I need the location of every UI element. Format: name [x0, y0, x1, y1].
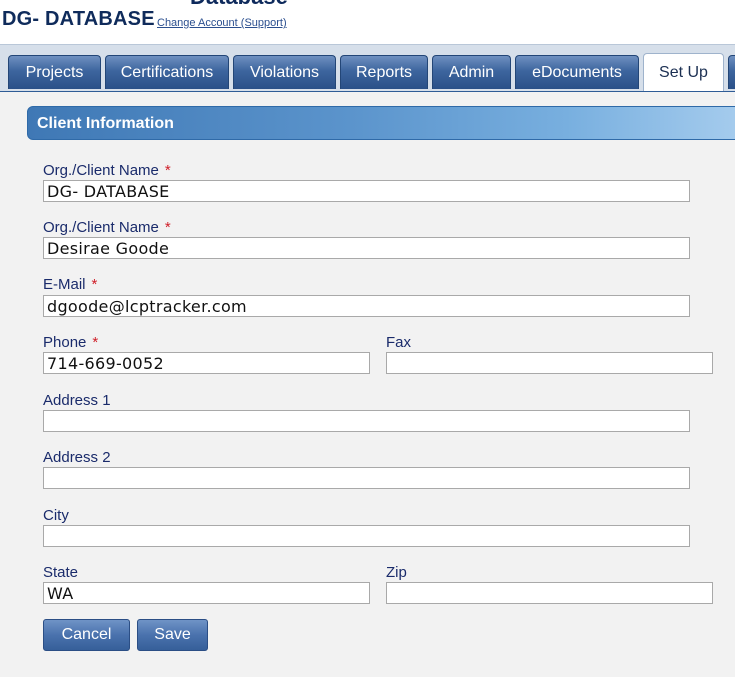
main-tab-bar: Projects Certifications Violations Repor… [0, 44, 735, 93]
fax-label: Fax [386, 334, 412, 351]
tab-violations[interactable]: Violations [233, 55, 336, 89]
state-input[interactable] [43, 582, 370, 604]
required-mark: * [92, 334, 99, 351]
required-mark: * [164, 162, 171, 179]
client-information-panel: Client Information Org./Client Name * Org… [0, 92, 735, 677]
contact-name-input[interactable] [43, 237, 690, 259]
contact-name-label-text: Org./Client Name [43, 219, 159, 236]
tab-edocuments[interactable]: eDocuments [515, 55, 639, 89]
org-client-name-label-text: Org./Client Name [43, 162, 159, 179]
email-label: E-Mail * [43, 276, 97, 293]
zip-label: Zip [386, 564, 407, 581]
address1-label: Address 1 [43, 392, 111, 409]
contact-name-label: Org./Client Name * [43, 219, 171, 236]
email-label-text: E-Mail [43, 276, 86, 293]
tab-overflow[interactable] [728, 55, 735, 89]
email-input[interactable] [43, 295, 690, 317]
city-label: City [43, 507, 69, 524]
section-header: Client Information [27, 106, 735, 140]
zip-input[interactable] [386, 582, 713, 604]
city-input[interactable] [43, 525, 690, 547]
tab-certifications[interactable]: Certifications [105, 55, 229, 89]
cancel-button[interactable]: Cancel [43, 619, 130, 651]
save-button[interactable]: Save [137, 619, 208, 651]
phone-label: Phone * [43, 334, 98, 351]
section-title: Client Information [37, 115, 174, 132]
fax-input[interactable] [386, 352, 713, 374]
required-mark: * [164, 219, 171, 236]
tab-setup[interactable]: Set Up [643, 53, 724, 91]
phone-input[interactable] [43, 352, 370, 374]
state-label: State [43, 564, 79, 581]
tab-reports[interactable]: Reports [340, 55, 428, 89]
phone-label-text: Phone [43, 334, 87, 351]
top-bar: Database DG- DATABASE Change Account (Su… [0, 0, 735, 42]
cut-off-title: Database [190, 0, 288, 10]
tab-projects[interactable]: Projects [8, 55, 101, 89]
address1-input[interactable] [43, 410, 690, 432]
org-client-name-label: Org./Client Name * [43, 162, 171, 179]
address2-input[interactable] [43, 467, 690, 489]
org-client-name-input[interactable] [43, 180, 690, 202]
address2-label: Address 2 [43, 449, 111, 466]
change-account-link[interactable]: Change Account (Support) [157, 17, 287, 29]
account-title: DG- DATABASE [2, 8, 155, 30]
required-mark: * [91, 276, 98, 293]
tab-admin[interactable]: Admin [432, 55, 511, 89]
